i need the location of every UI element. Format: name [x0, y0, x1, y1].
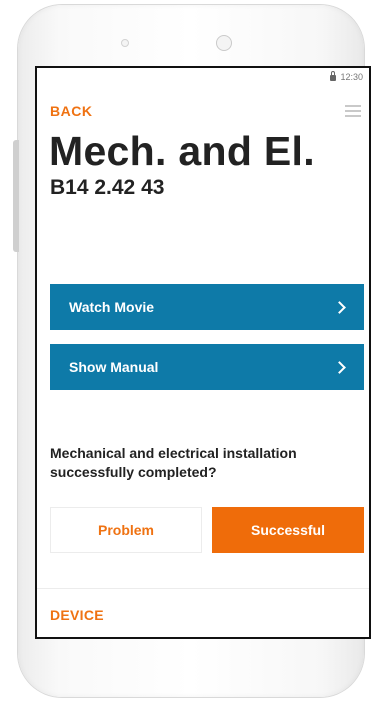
camera-icon — [216, 35, 232, 51]
status-time: 12:30 — [340, 72, 363, 82]
hamburger-menu-icon[interactable] — [345, 105, 361, 117]
successful-button[interactable]: Successful — [212, 507, 364, 553]
watch-movie-label: Watch Movie — [69, 299, 155, 315]
app-screen: 12:30 BACK Mech. and El. B14 2.42 43 Wat… — [35, 66, 371, 639]
device-section-heading[interactable]: DEVICE — [50, 607, 104, 623]
page-title: Mech. and El. — [49, 128, 315, 174]
phone-side-button — [13, 140, 19, 252]
completion-question: Mechanical and electrical installation s… — [50, 445, 297, 480]
sensor-icon — [121, 39, 129, 47]
watch-movie-button[interactable]: Watch Movie — [50, 284, 364, 330]
lock-icon — [330, 71, 337, 81]
chevron-right-icon — [333, 300, 346, 314]
problem-button[interactable]: Problem — [50, 507, 202, 553]
section-divider — [37, 588, 369, 589]
show-manual-button[interactable]: Show Manual — [50, 344, 364, 390]
status-bar: 12:30 — [330, 71, 363, 82]
show-manual-label: Show Manual — [69, 359, 159, 375]
back-link[interactable]: BACK — [50, 103, 92, 119]
page-subtitle: B14 2.42 43 — [50, 176, 165, 199]
chevron-right-icon — [333, 360, 346, 374]
